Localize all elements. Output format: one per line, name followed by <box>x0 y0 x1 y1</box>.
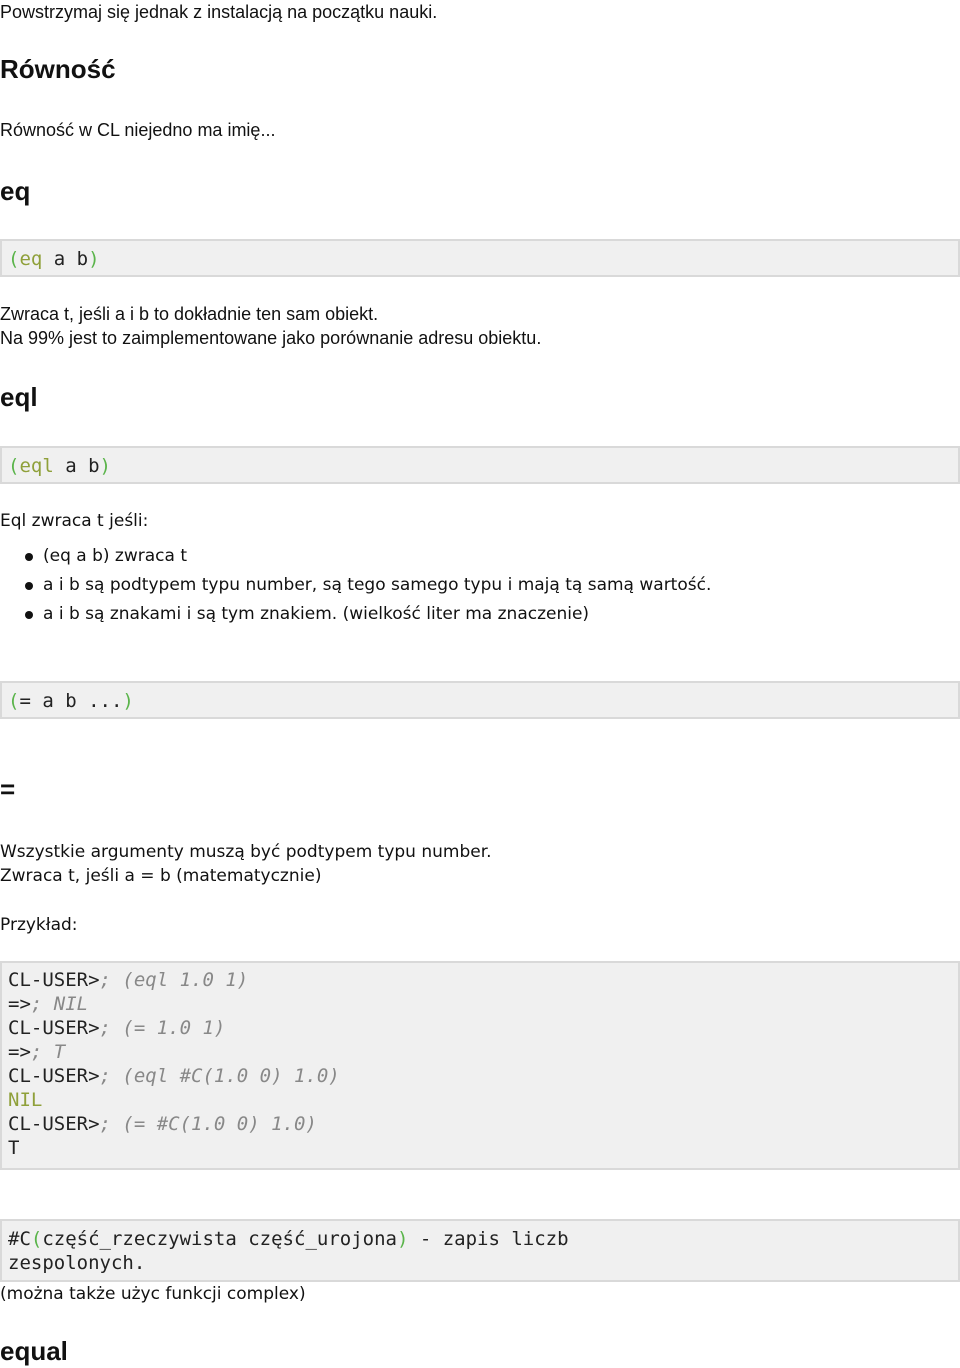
eql-description: Eql zwraca t jeśli: <box>0 511 149 531</box>
repl-arrow: => <box>8 993 31 1015</box>
heading-eql: eql <box>0 382 38 412</box>
repl-line: CL-USER>; (= 1.0 1) <box>8 1016 952 1040</box>
repl-input: ; (eql #C(1.0 0) 1.0) <box>99 1065 340 1087</box>
eq-description-2: Na 99% jest to zaimplementowane jako por… <box>0 328 542 348</box>
code-paren: ) <box>122 690 134 712</box>
complex-line-1: #C(część_rzeczywista część_urojona) - za… <box>8 1227 952 1251</box>
code-args: a b <box>42 248 89 270</box>
code-function: eq <box>19 248 43 270</box>
complex-args: część_rzeczywista część_urojona <box>42 1228 397 1250</box>
repl-line: =>; T <box>8 1040 952 1064</box>
repl-input: ; (= #C(1.0 0) 1.0) <box>99 1113 317 1135</box>
bullet-dot <box>25 611 33 619</box>
code-paren: ( <box>8 455 20 477</box>
code-block-eql: (eql a b) <box>0 446 960 484</box>
bullet-dot <box>25 582 33 590</box>
heading-equals: = <box>0 774 16 804</box>
equals-description-1: Wszystkie argumenty muszą być podtypem t… <box>0 842 492 862</box>
repl-line: CL-USER>; (eql #C(1.0 0) 1.0) <box>8 1064 952 1088</box>
complex-note: (można także użyc funkcji complex) <box>0 1284 306 1304</box>
heading-equal: equal <box>0 1336 68 1366</box>
repl-input: ; (= 1.0 1) <box>99 1017 226 1039</box>
repl-arrow: => <box>8 1041 31 1063</box>
code-paren: ( <box>8 690 20 712</box>
eql-bullet-1: (eq a b) zwraca t <box>43 546 188 566</box>
code-body: = a b ... <box>19 690 123 712</box>
equals-description-2: Zwraca t, jeśli a = b (matematycznie) <box>0 866 322 886</box>
example-label: Przykład: <box>0 915 78 935</box>
repl-result: T <box>8 1137 20 1159</box>
repl-line: =>; NIL <box>8 992 952 1016</box>
code-paren: ( <box>30 1228 43 1250</box>
eql-bullet-2: a i b są podtypem typu number, są tego s… <box>43 575 712 595</box>
code-paren: ) <box>99 455 111 477</box>
bullet-dot <box>25 553 33 561</box>
code-paren: ) <box>88 248 100 270</box>
intro-text: Powstrzymaj się jednak z instalacją na p… <box>0 2 438 22</box>
section-heading-rownosc: Równość <box>0 54 116 84</box>
complex-prefix: #C <box>8 1228 31 1250</box>
complex-line-2: zespolonych. <box>8 1252 146 1274</box>
eq-description-1: Zwraca t, jeśli a i b to dokładnie ten s… <box>0 304 379 324</box>
repl-prompt: CL-USER> <box>8 1065 100 1087</box>
repl-line: CL-USER>; (= #C(1.0 0) 1.0) <box>8 1112 952 1136</box>
eql-bullet-3: a i b są znakami i są tym znakiem. (wiel… <box>43 604 590 624</box>
heading-eq: eq <box>0 176 31 206</box>
code-function: eql <box>19 455 54 477</box>
repl-prompt: CL-USER> <box>8 969 100 991</box>
code-block-complex: #C(część_rzeczywista część_urojona) - za… <box>0 1219 960 1282</box>
repl-prompt: CL-USER> <box>8 1017 100 1039</box>
repl-result: NIL <box>8 1089 43 1111</box>
code-block-eq: (eq a b) <box>0 239 960 277</box>
code-args: a b <box>53 455 100 477</box>
repl-prompt: CL-USER> <box>8 1113 100 1135</box>
code-paren: ( <box>8 248 20 270</box>
repl-input: ; (eql 1.0 1) <box>99 969 249 991</box>
code-paren: ) <box>396 1228 409 1250</box>
repl-output: ; T <box>30 1041 66 1063</box>
section-intro-text: Równość w CL niejedno ma imię... <box>0 120 276 140</box>
code-block-equals: (= a b ...) <box>0 681 960 719</box>
complex-rest: - zapis liczb <box>408 1228 569 1250</box>
repl-output: ; NIL <box>30 993 89 1015</box>
code-block-example: CL-USER>; (eql 1.0 1) =>; NIL CL-USER>; (=… <box>0 961 960 1170</box>
repl-line: CL-USER>; (eql 1.0 1) <box>8 968 952 992</box>
